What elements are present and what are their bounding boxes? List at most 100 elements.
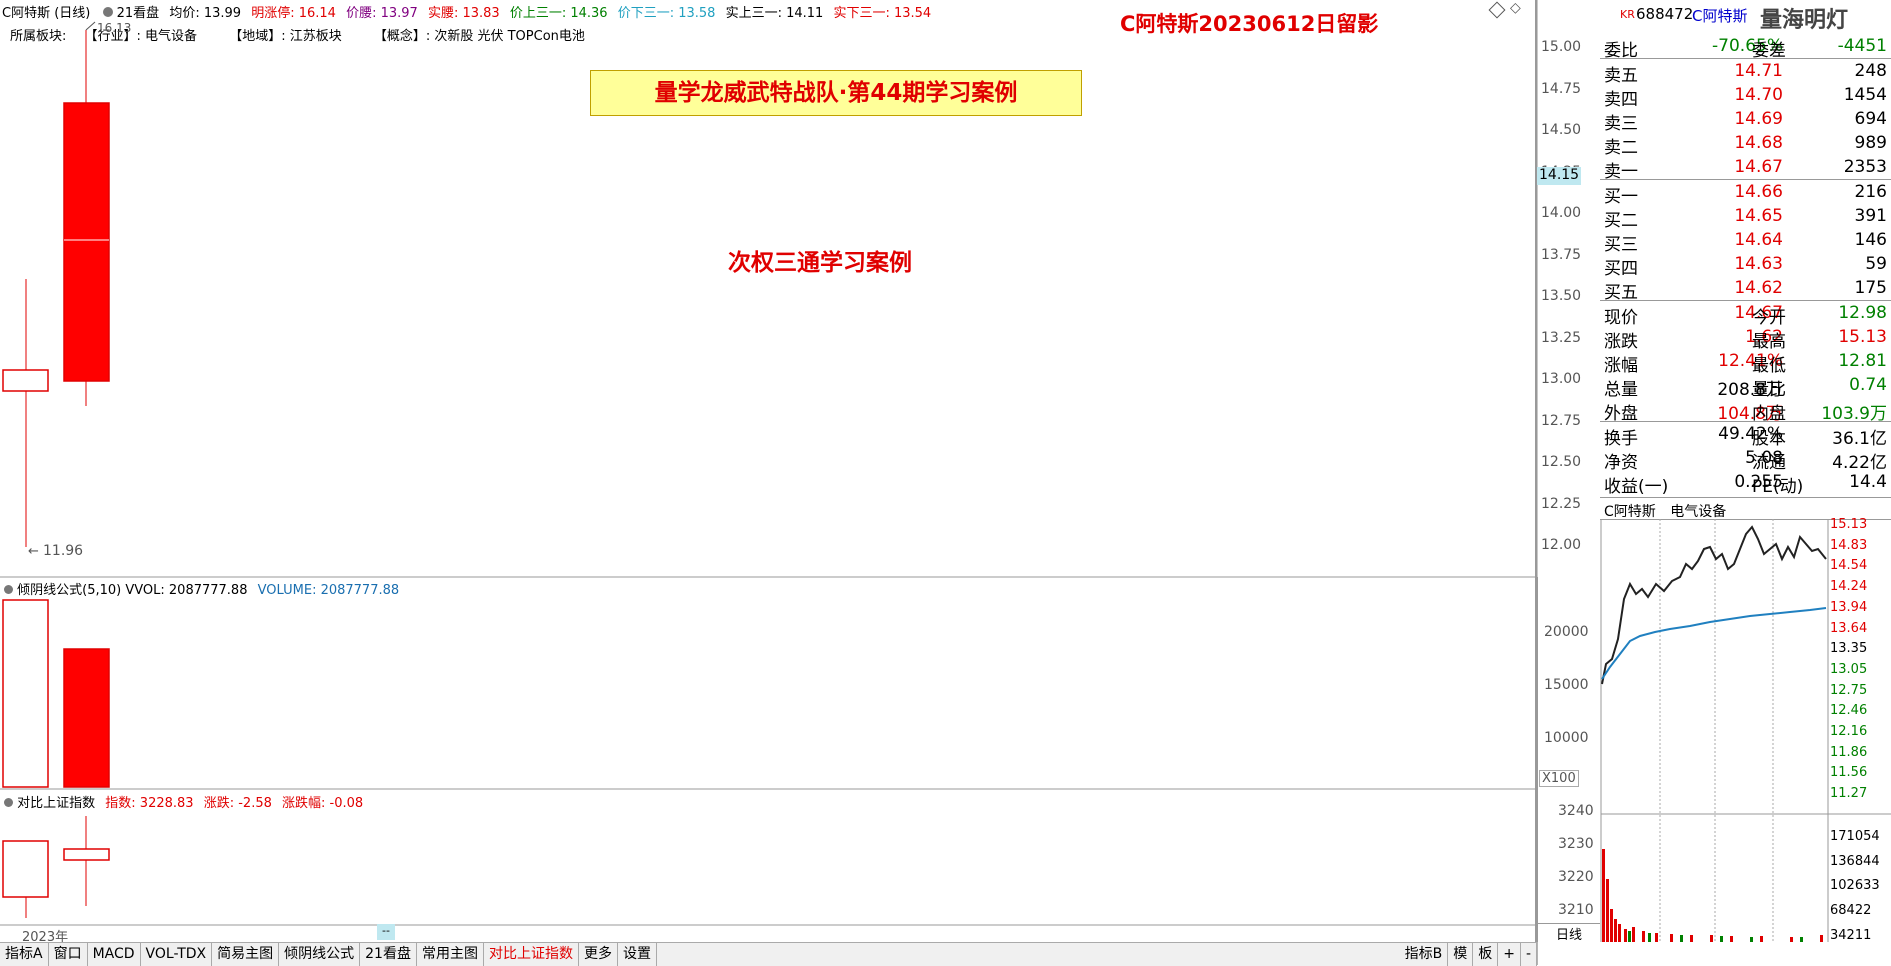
kline-main-area[interactable]: C阿特斯 (日线) 21看盘 均价: 13.99 明涨停: 16.14 价腰: … (0, 0, 1600, 966)
stat-row: 换手 49.42% 股本 36.1亿 (1600, 422, 1891, 449)
quote-header: KR 688472 C阿特斯 量海明灯 (1600, 0, 1891, 33)
low-marker-arrow: ← (28, 544, 39, 559)
intraday-price-tick: 12.75 (1830, 682, 1868, 698)
bid-row[interactable]: 买四 14.63 59 (1600, 252, 1891, 279)
price-tick: 12.25 (1541, 495, 1582, 512)
panel-tab[interactable]: 模 (1448, 943, 1474, 966)
intraday-price-tick: 13.35 (1830, 641, 1868, 657)
stat-row: 涨幅 12.41% 最低 12.81 (1600, 349, 1891, 376)
ask-row[interactable]: 卖二 14.68 989 (1600, 131, 1891, 158)
price-tick: 14.50 (1541, 122, 1582, 138)
stat-value: 15.13 (1838, 327, 1887, 347)
level-volume: 989 (1854, 133, 1887, 153)
indicator-tab[interactable]: VOL-TDX (141, 943, 213, 966)
intraday-volume-tick: 68422 (1830, 903, 1872, 919)
order-ratio-row: 委比 -70.65% 委差 -4451 (1604, 36, 1887, 61)
period-label[interactable]: 日线 (1538, 923, 1600, 943)
panel-tab[interactable]: 指标B (1400, 943, 1449, 966)
intraday-price-tick: 13.05 (1830, 661, 1868, 677)
level-price: 14.70 (1734, 85, 1783, 105)
indicator-tab[interactable]: 设置 (618, 943, 657, 966)
index-axis: 3240 3230 3220 3210 日线 (1537, 789, 1600, 943)
volume-title[interactable]: 倾阴线公式(5,10) VVOL: 2087777.88 (17, 583, 247, 598)
panel-tab[interactable]: - (1521, 943, 1537, 966)
level-price: 14.69 (1734, 109, 1783, 129)
price-tick: 12.50 (1541, 454, 1582, 470)
index-tick: 3240 (1558, 803, 1594, 819)
high-marker: 16.13 (97, 21, 131, 35)
price-tick: 13.00 (1541, 371, 1582, 387)
price-tick: 12.00 (1541, 537, 1582, 553)
stock-code[interactable]: 688472 (1636, 5, 1693, 23)
index-candle-1-body (2, 840, 49, 898)
indicator-tab[interactable]: 倾阴线公式 (279, 943, 361, 966)
level-volume: 391 (1854, 206, 1887, 226)
intraday-price-tick: 12.46 (1830, 703, 1868, 719)
panel-tab[interactable]: 板 (1473, 943, 1499, 966)
ask-row[interactable]: 卖五 14.71 248 (1600, 59, 1891, 86)
quote-panel: KR 688472 C阿特斯 量海明灯 委比 -70.65% 委差 -4451 … (1600, 0, 1891, 965)
level-price: 14.64 (1734, 230, 1783, 250)
price-tick: 13.75 (1541, 246, 1582, 263)
level-price: 14.67 (1734, 157, 1783, 177)
settings-icon[interactable] (4, 798, 13, 807)
indicator-tab-bar: 指标A 窗口 MACD VOL-TDX 简易主图 倾阴线公式 21看盘 常用主图 对比上证指数更… (0, 942, 1537, 966)
index-change: 涨跌: -2.58 (203, 796, 272, 811)
logo-watermark: 量海明灯 (1760, 8, 1849, 33)
bid-row[interactable]: 买一 14.66 216 (1600, 180, 1891, 207)
intraday-volume-tick: 171054 (1830, 829, 1880, 844)
index-value: 指数: 3228.83 (105, 796, 194, 811)
index-tick: 3220 (1558, 869, 1594, 885)
indicator-tab[interactable]: 对比上证指数 (484, 943, 579, 966)
price-tick: 15.00 (1541, 39, 1582, 55)
index-tick: 3230 (1558, 836, 1594, 852)
ask-row[interactable]: 卖四 14.70 1454 (1600, 83, 1891, 110)
intraday-price-tick: 13.94 (1830, 599, 1868, 615)
price-tick: 13.25 (1541, 329, 1582, 346)
stat-value: 12.98 (1838, 303, 1887, 323)
intraday-price-tick: 11.56 (1830, 765, 1868, 781)
bid-row[interactable]: 买二 14.65 391 (1600, 204, 1891, 231)
indicator-tab[interactable]: 常用主图 (417, 943, 484, 966)
indicator-tab[interactable]: 指标A (0, 943, 49, 966)
volume-bar-1 (2, 599, 49, 788)
bid-row[interactable]: 买五 14.62 175 (1600, 276, 1891, 303)
panel-tab[interactable]: + (1498, 943, 1521, 966)
settings-icon[interactable] (4, 585, 13, 594)
intraday-price-tick: 13.64 (1830, 620, 1868, 636)
indicator-tab[interactable]: 简易主图 (212, 943, 280, 966)
intraday-title: C阿特斯 电气设备 (1604, 504, 1727, 520)
stat-value: 14.4 (1849, 472, 1887, 492)
index-tick: 3210 (1558, 902, 1594, 918)
indicator-tab[interactable]: 窗口 (49, 943, 88, 966)
level-volume: 59 (1865, 254, 1887, 274)
indicator-tab[interactable]: MACD (88, 943, 141, 966)
scroll-marker[interactable]: -- (377, 924, 395, 940)
volume-tick: 20000 (1544, 624, 1589, 640)
index-title[interactable]: 对比上证指数 (17, 796, 95, 811)
stat-row: 涨跌 1.62 最高 15.13 (1600, 325, 1891, 352)
index-change-pct: 涨跌幅: -0.08 (282, 796, 364, 811)
volume-tick: 15000 (1544, 677, 1589, 693)
level-volume: 216 (1854, 182, 1887, 202)
level-price: 14.62 (1734, 278, 1783, 298)
volume-axis: 20000 15000 10000 X100 (1537, 577, 1600, 789)
indicator-tab[interactable]: 更多 (579, 943, 618, 966)
level-volume: 694 (1854, 109, 1887, 129)
candle-1-body (2, 369, 49, 392)
stat-row: 总量 208.8万 量比 0.74 (1600, 373, 1891, 400)
level-price: 14.66 (1734, 182, 1783, 202)
bid-row[interactable]: 买三 14.64 146 (1600, 228, 1891, 255)
ask-row[interactable]: 卖一 14.67 2353 (1600, 155, 1891, 182)
ask-row[interactable]: 卖三 14.69 694 (1600, 107, 1891, 134)
stock-name[interactable]: C阿特斯 (1692, 5, 1747, 26)
price-tick: 14.75 (1541, 80, 1582, 97)
stat-row: 外盘 104.8万 内盘 103.9万 (1600, 397, 1891, 424)
level-volume: 1454 (1843, 85, 1887, 105)
indicator-tab[interactable]: 21看盘 (360, 943, 417, 966)
stat-row: 现价 14.67 今开 12.98 (1600, 301, 1891, 328)
intraday-price-tick: 11.27 (1830, 786, 1868, 802)
price-tick: 14.00 (1541, 205, 1582, 221)
stat-label: 收益(一) (1604, 477, 1669, 497)
volume-tick: 10000 (1544, 730, 1589, 746)
